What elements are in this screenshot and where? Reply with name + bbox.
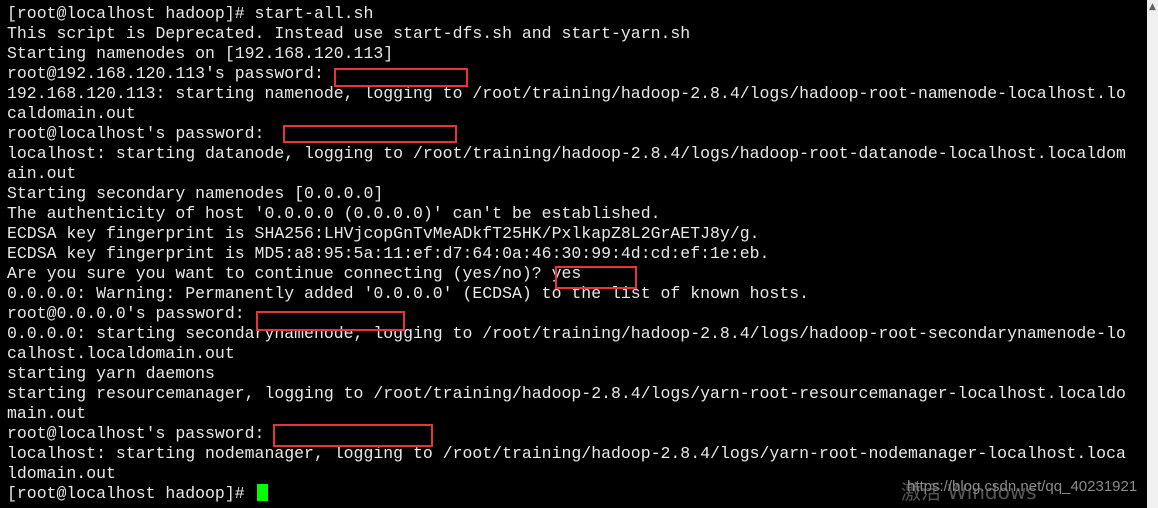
terminal-line: starting resourcemanager, logging to /ro… bbox=[7, 384, 1126, 403]
password-redaction-box bbox=[273, 424, 433, 447]
terminal-line: The authenticity of host '0.0.0.0 (0.0.0… bbox=[7, 204, 661, 223]
terminal-line: ECDSA key fingerprint is MD5:a8:95:5a:11… bbox=[7, 244, 770, 263]
terminal-line: Starting secondary namenodes [0.0.0.0] bbox=[7, 184, 384, 203]
terminal-window[interactable]: [root@localhost hadoop]# start-all.sh Th… bbox=[0, 0, 1147, 508]
shell-prompt: [root@localhost hadoop]# bbox=[7, 484, 255, 503]
password-redaction-box bbox=[334, 68, 468, 87]
terminal-line: main.out bbox=[7, 404, 87, 423]
terminal-line: root@192.168.120.113's password: bbox=[7, 64, 334, 83]
terminal-line: starting yarn daemons bbox=[7, 364, 215, 383]
password-redaction-box bbox=[256, 311, 405, 331]
terminal-line: ECDSA key fingerprint is SHA256:LHVjcopG… bbox=[7, 224, 760, 243]
terminal-line: root@localhost's password: bbox=[7, 124, 275, 143]
password-redaction-box bbox=[283, 125, 457, 143]
terminal-line: root@localhost's password: bbox=[7, 424, 275, 443]
vertical-scrollbar[interactable]: ▲ bbox=[1147, 0, 1158, 508]
answer-highlight-box bbox=[555, 266, 637, 289]
terminal-output: [root@localhost hadoop]# start-all.sh Th… bbox=[7, 4, 1147, 504]
terminal-line: 0.0.0.0: starting secondarynamenode, log… bbox=[7, 324, 1126, 343]
terminal-line: 192.168.120.113: starting namenode, logg… bbox=[7, 84, 1126, 103]
terminal-line: ain.out bbox=[7, 164, 77, 183]
terminal-line: Starting namenodes on [192.168.120.113] bbox=[7, 44, 394, 63]
terminal-line: [root@localhost hadoop]# start-all.sh bbox=[7, 4, 374, 23]
terminal-line: localhost: starting nodemanager, logging… bbox=[7, 444, 1126, 463]
terminal-line: caldomain.out bbox=[7, 104, 136, 123]
terminal-line: root@0.0.0.0's password: bbox=[7, 304, 255, 323]
blog-url-watermark: https://blog.csdn.net/qq_40231921 bbox=[907, 478, 1138, 495]
terminal-line: calhost.localdomain.out bbox=[7, 344, 235, 363]
text-cursor bbox=[256, 484, 268, 501]
scroll-up-arrow-icon[interactable]: ▲ bbox=[1147, 2, 1158, 12]
terminal-line: This script is Deprecated. Instead use s… bbox=[7, 24, 691, 43]
terminal-line: localhost: starting datanode, logging to… bbox=[7, 144, 1126, 163]
